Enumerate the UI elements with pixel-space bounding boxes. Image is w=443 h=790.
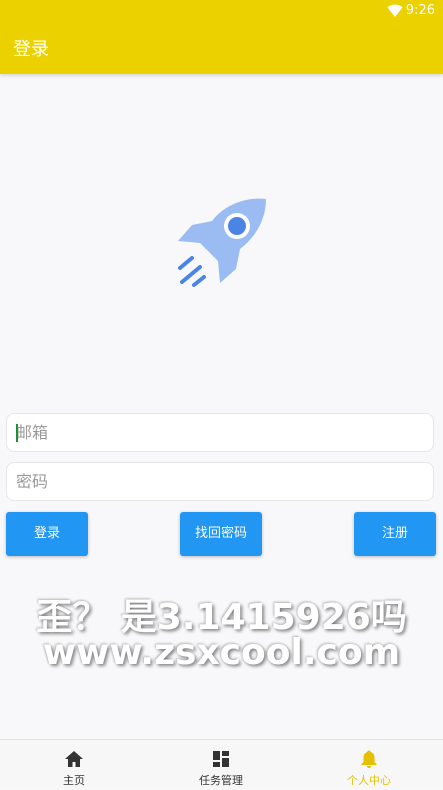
text-cursor [16, 424, 18, 442]
app-bar: 登录 [0, 22, 443, 74]
home-icon [65, 751, 83, 767]
wifi-icon [387, 4, 403, 17]
recover-password-button[interactable]: 找回密码 [180, 512, 262, 556]
tab-home[interactable]: 主页 [0, 740, 148, 790]
register-button[interactable]: 注册 [354, 512, 436, 556]
email-field[interactable] [6, 413, 434, 452]
page-title: 登录 [13, 39, 49, 60]
rocket-icon [178, 198, 266, 287]
password-field[interactable] [6, 462, 434, 501]
watermark-line-2: www.zsxcool.com [42, 632, 401, 673]
tab-home-label: 主页 [63, 774, 85, 787]
dashboard-icon [213, 751, 229, 767]
password-input[interactable] [16, 463, 426, 500]
email-input[interactable] [16, 414, 426, 451]
login-button[interactable]: 登录 [6, 512, 88, 556]
status-bar: 9:26 [0, 0, 443, 22]
tab-profile[interactable]: 个人中心 [295, 740, 443, 790]
tab-task-management[interactable]: 任务管理 [147, 740, 295, 790]
tab-task-management-label: 任务管理 [199, 774, 243, 787]
bottom-tab-bar: 主页 任务管理 个人中心 [0, 739, 443, 789]
status-time: 9:26 [405, 3, 435, 18]
tab-profile-label: 个人中心 [347, 774, 391, 787]
bell-icon [361, 750, 377, 768]
